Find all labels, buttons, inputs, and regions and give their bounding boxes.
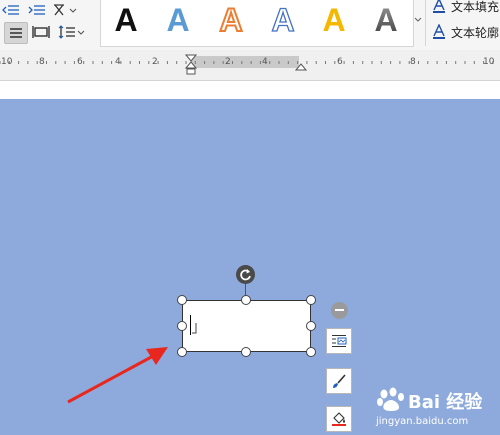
line-spacing-button[interactable] xyxy=(56,22,86,42)
style-blue-solid-option[interactable]: A xyxy=(155,0,201,40)
increase-indent-icon xyxy=(28,5,45,15)
rotate-handle[interactable] xyxy=(236,265,255,284)
decrease-indent-icon xyxy=(2,5,19,15)
paint-bucket-icon xyxy=(332,412,346,426)
ruler-number: 6 xyxy=(77,57,83,67)
style-blue-outline-option[interactable]: A xyxy=(260,0,306,40)
resize-handle-top[interactable] xyxy=(241,295,251,305)
svg-text:A: A xyxy=(166,2,189,38)
minus-icon xyxy=(335,309,344,311)
ribbon-toolbar: A A A A A A 文本填充 文本轮廓 xyxy=(0,0,500,50)
paragraph-tools xyxy=(0,0,95,50)
paw-logo-icon xyxy=(377,387,404,411)
text-fill-button[interactable]: 文本填充 xyxy=(432,0,499,15)
horizontal-ruler[interactable]: 10 8 6 4 2 2 4 6 8 10 xyxy=(0,50,500,81)
ribbon-divider xyxy=(425,0,426,46)
collapse-toolbar-button[interactable] xyxy=(331,302,348,319)
style-gray-gradient-option[interactable]: A xyxy=(363,0,409,40)
text-outline-icon xyxy=(433,24,445,39)
page-gap xyxy=(0,81,500,99)
style-gold-solid-option[interactable]: A xyxy=(311,0,357,40)
text-fill-icon xyxy=(433,0,445,13)
ruler-number: 4 xyxy=(262,57,268,67)
resize-handle-top-right[interactable] xyxy=(306,295,316,305)
resize-handle-bottom-right[interactable] xyxy=(306,347,316,357)
paintbrush-icon xyxy=(333,374,346,388)
distribute-icon xyxy=(32,26,50,38)
ruler-scale xyxy=(0,56,494,68)
text-outline-label: 文本轮廓 xyxy=(451,25,500,40)
text-box[interactable] xyxy=(182,300,311,352)
ruler-number: 4 xyxy=(115,57,121,67)
ruler-number: 2 xyxy=(225,57,231,67)
text-direction-button[interactable] xyxy=(52,0,80,20)
resize-handle-left[interactable] xyxy=(177,321,187,331)
text-effect-gallery: A A A A A A xyxy=(100,0,414,47)
svg-text:A: A xyxy=(271,2,294,38)
align-justify-button[interactable] xyxy=(4,22,28,44)
baidu-jingyan-watermark: Bai 经验 jingyan.baidu.com xyxy=(364,386,494,432)
svg-text:A: A xyxy=(219,2,242,38)
svg-text:A: A xyxy=(322,2,345,38)
svg-text:A: A xyxy=(114,2,137,38)
distribute-button[interactable] xyxy=(30,22,52,42)
shape-fill-button[interactable] xyxy=(326,406,352,432)
text-direction-icon xyxy=(54,4,77,16)
ruler-number: 10 xyxy=(483,57,495,67)
watermark-brand: Bai 经验 xyxy=(408,392,483,413)
style-black-solid-option[interactable]: A xyxy=(103,0,149,40)
ruler-number: 2 xyxy=(152,57,158,67)
ruler-number: 10 xyxy=(1,57,13,67)
text-wrap-icon xyxy=(332,335,347,347)
text-fill-label: 文本填充 xyxy=(451,0,500,14)
annotation-arrow xyxy=(67,347,168,404)
paragraph-mark-icon xyxy=(192,323,197,334)
shape-style-button[interactable] xyxy=(326,368,352,394)
resize-handle-top-left[interactable] xyxy=(177,295,187,305)
line-spacing-icon xyxy=(58,25,85,39)
text-outline-button[interactable]: 文本轮廓 xyxy=(432,23,499,41)
right-indent-marker[interactable] xyxy=(295,62,307,72)
gallery-more-button[interactable] xyxy=(413,2,423,42)
ruler-number: 8 xyxy=(39,57,45,67)
resize-handle-right[interactable] xyxy=(306,321,316,331)
rotate-icon xyxy=(240,269,251,281)
increase-indent-button[interactable] xyxy=(26,0,48,20)
style-orange-outline-option[interactable]: A xyxy=(208,0,254,40)
resize-handle-bottom[interactable] xyxy=(241,347,251,357)
svg-text:A: A xyxy=(374,2,397,38)
chevron-down-icon xyxy=(414,17,422,22)
decrease-indent-button[interactable] xyxy=(0,0,22,20)
ruler-number: 8 xyxy=(410,57,416,67)
watermark-url: jingyan.baidu.com xyxy=(376,416,469,427)
ruler-number: 6 xyxy=(337,57,343,67)
layout-options-button[interactable] xyxy=(326,328,352,354)
first-line-indent-marker[interactable] xyxy=(185,54,197,78)
align-justify-icon xyxy=(10,28,22,38)
